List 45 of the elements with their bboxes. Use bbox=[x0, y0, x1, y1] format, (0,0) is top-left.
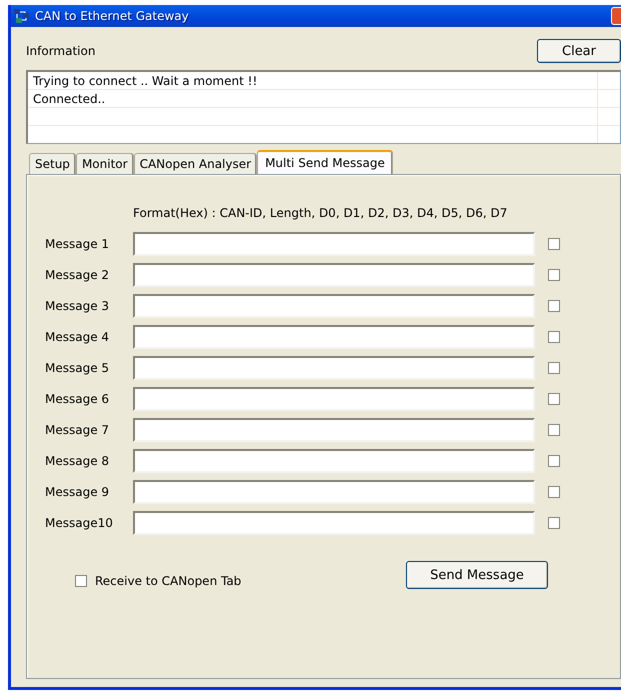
message-field[interactable] bbox=[133, 294, 535, 318]
checkbox[interactable] bbox=[548, 455, 560, 467]
tab[interactable]: Multi Send Message bbox=[257, 150, 393, 174]
message-field[interactable] bbox=[133, 511, 535, 535]
checkbox[interactable] bbox=[548, 300, 560, 312]
message-field[interactable] bbox=[133, 356, 535, 380]
message-label: Message10 bbox=[45, 516, 114, 530]
checkbox[interactable] bbox=[548, 331, 560, 343]
window-title: CAN to Ethernet Gateway bbox=[35, 9, 190, 23]
tab[interactable]: CANopen Analyser bbox=[134, 153, 258, 174]
tab[interactable]: Monitor bbox=[76, 153, 134, 174]
message-field[interactable] bbox=[133, 232, 535, 256]
message-label: Message 7 bbox=[45, 423, 110, 437]
message-field[interactable] bbox=[133, 449, 535, 473]
checkbox[interactable] bbox=[548, 393, 560, 405]
tab[interactable]: Setup bbox=[29, 153, 76, 174]
checkbox[interactable] bbox=[548, 269, 560, 281]
checkbox[interactable] bbox=[548, 238, 560, 250]
message-label: Message 5 bbox=[45, 361, 110, 375]
send-message-button[interactable]: Send Message bbox=[406, 561, 548, 589]
checkbox[interactable] bbox=[548, 517, 560, 529]
log-line: Trying to connect .. Wait a moment !! bbox=[32, 73, 258, 90]
message-label: Message 1 bbox=[45, 237, 110, 251]
message-field[interactable] bbox=[133, 387, 535, 411]
checkbox[interactable] bbox=[548, 486, 560, 498]
message-label: Message 9 bbox=[45, 485, 110, 499]
receive-label: Receive to CANopen Tab bbox=[95, 574, 242, 588]
clear-button[interactable]: Clear bbox=[537, 39, 621, 63]
checkbox[interactable] bbox=[548, 424, 560, 436]
information-label: Information bbox=[26, 44, 96, 58]
message-field[interactable] bbox=[133, 325, 535, 349]
message-field[interactable] bbox=[133, 418, 535, 442]
checkbox[interactable] bbox=[548, 362, 560, 374]
close-icon[interactable] bbox=[611, 7, 621, 25]
message-label: Message 4 bbox=[45, 330, 110, 344]
message-field[interactable] bbox=[133, 480, 535, 504]
message-field[interactable] bbox=[133, 263, 535, 287]
message-label: Message 2 bbox=[45, 268, 110, 282]
message-label: Message 8 bbox=[45, 454, 110, 468]
log-line: Connected.. bbox=[32, 91, 106, 108]
network-icon bbox=[13, 8, 31, 24]
format-hint: Format(Hex) : CAN-ID, Length, D0, D1, D2, D3, D4, D5, D6, D7 bbox=[133, 206, 508, 222]
message-label: Message 3 bbox=[45, 299, 110, 313]
message-label: Message 6 bbox=[45, 392, 110, 406]
checkbox[interactable] bbox=[75, 574, 87, 586]
